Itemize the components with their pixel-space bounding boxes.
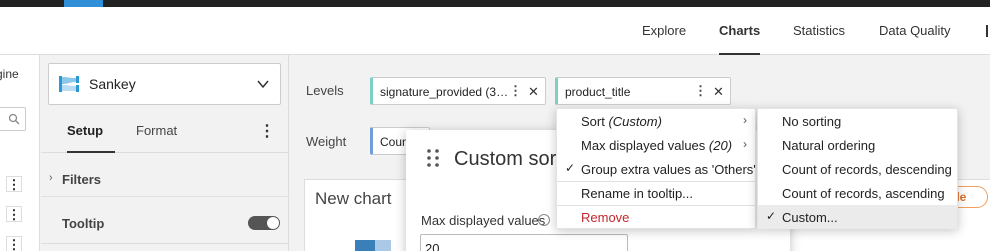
- tooltip-section: Tooltip: [41, 205, 289, 241]
- menu-item-label: Rename in tooltip...: [581, 186, 694, 201]
- tab-format[interactable]: Format: [136, 123, 177, 153]
- checkmark-icon: ✓: [766, 209, 777, 223]
- sort-option-label: No sorting: [782, 114, 842, 129]
- info-icon[interactable]: [538, 214, 550, 226]
- pill-menu-icon[interactable]: ⋮: [509, 83, 522, 99]
- filters-label: Filters: [62, 172, 102, 187]
- chart-sidebar: Sankey Setup Format ⋮ › Filters Tooltip: [41, 55, 289, 251]
- menu-item-sort[interactable]: Sort (Custom) ›: [557, 109, 755, 133]
- top-bar: [0, 0, 990, 13]
- engine-panel: gine ⋮ ⋮ ⋮: [0, 55, 40, 251]
- sidebar-more-icon[interactable]: ⋮: [259, 121, 275, 141]
- max-values-label: Max displayed values: [421, 213, 546, 228]
- close-icon[interactable]: ✕: [528, 84, 539, 100]
- weight-label: Weight: [306, 134, 347, 149]
- sort-option-count-desc[interactable]: Count of records, descending: [758, 157, 957, 181]
- close-icon[interactable]: ✕: [713, 84, 724, 100]
- sankey-link: [375, 240, 391, 251]
- menu-item-remove[interactable]: Remove: [557, 205, 755, 229]
- chevron-right-icon: ›: [49, 172, 53, 184]
- chevron-right-icon: ›: [743, 137, 747, 151]
- sort-option-label: Custom...: [782, 210, 838, 225]
- menu-item-label: Max displayed values: [581, 138, 709, 153]
- app-accent-tab[interactable]: [64, 0, 103, 7]
- tooltip-label: Tooltip: [62, 216, 105, 231]
- sankey-icon: [59, 76, 79, 92]
- levels-label: Levels: [306, 83, 344, 98]
- level-pill[interactable]: signature_provided (3… ⋮ ✕: [370, 77, 546, 105]
- level-pill[interactable]: product_title ⋮ ✕: [555, 77, 731, 105]
- pill-context-menu: Sort (Custom) › Max displayed values (20…: [556, 108, 756, 229]
- drag-handle-icon[interactable]: [426, 148, 440, 168]
- filters-section[interactable]: › Filters: [41, 161, 289, 197]
- tab-charts[interactable]: Charts: [719, 7, 761, 55]
- level-pill-label: signature_provided (3…: [380, 85, 509, 99]
- sort-option-no-sorting[interactable]: No sorting: [758, 109, 957, 133]
- checkmark-icon: ✓: [565, 161, 576, 175]
- tab-overflow-edge: [986, 25, 988, 37]
- search-icon: [8, 113, 20, 125]
- sidebar-tabs: Setup Format ⋮: [41, 113, 289, 153]
- menu-item-value: (Custom): [608, 114, 662, 129]
- column-menu-icon[interactable]: ⋮: [6, 236, 22, 251]
- tab-explore[interactable]: Explore: [642, 7, 686, 55]
- weight-pill-label: Coun: [380, 135, 409, 149]
- menu-item-rename[interactable]: Rename in tooltip...: [557, 181, 755, 205]
- chevron-down-icon: [257, 80, 269, 89]
- menu-item-max-displayed[interactable]: Max displayed values (20) ›: [557, 133, 755, 157]
- sort-submenu: No sorting Natural ordering Count of rec…: [757, 108, 958, 229]
- chart-type-select[interactable]: Sankey: [48, 63, 281, 105]
- menu-item-label: Group extra values as 'Others': [581, 162, 756, 177]
- tab-statistics[interactable]: Statistics: [793, 7, 845, 55]
- sidebar-divider: [41, 243, 289, 251]
- level-pill-label: product_title: [565, 85, 631, 99]
- tab-setup[interactable]: Setup: [67, 123, 115, 153]
- chart-type-label: Sankey: [89, 76, 136, 92]
- menu-item-value: (20): [708, 138, 733, 153]
- engine-label: gine: [0, 67, 19, 81]
- sort-option-label: Natural ordering: [782, 138, 876, 153]
- column-menu-icon[interactable]: ⋮: [6, 176, 22, 192]
- sankey-node: [355, 240, 375, 251]
- tooltip-toggle[interactable]: [248, 216, 280, 230]
- chart-title[interactable]: New chart: [315, 189, 392, 209]
- dataset-nav: Explore Charts Statistics Data Quality: [0, 7, 990, 55]
- menu-item-group-others[interactable]: ✓ Group extra values as 'Others': [557, 157, 756, 181]
- column-search-input[interactable]: [0, 107, 26, 131]
- column-menu-icon[interactable]: ⋮: [6, 206, 22, 222]
- sort-option-label: Count of records, descending: [782, 162, 952, 177]
- pill-menu-icon[interactable]: ⋮: [694, 83, 707, 99]
- menu-item-label: Sort: [581, 114, 609, 129]
- tab-data-quality[interactable]: Data Quality: [879, 7, 951, 55]
- sort-option-label: Count of records, ascending: [782, 186, 945, 201]
- max-values-input[interactable]: [420, 234, 628, 251]
- dialog-title: Custom sor: [454, 148, 557, 170]
- sort-option-natural[interactable]: Natural ordering: [758, 133, 957, 157]
- chevron-right-icon: ›: [743, 113, 747, 127]
- sort-option-custom[interactable]: ✓ Custom...: [758, 205, 957, 229]
- sort-option-count-asc[interactable]: Count of records, ascending: [758, 181, 957, 205]
- toggle-knob: [267, 217, 279, 229]
- menu-item-label: Remove: [581, 210, 630, 225]
